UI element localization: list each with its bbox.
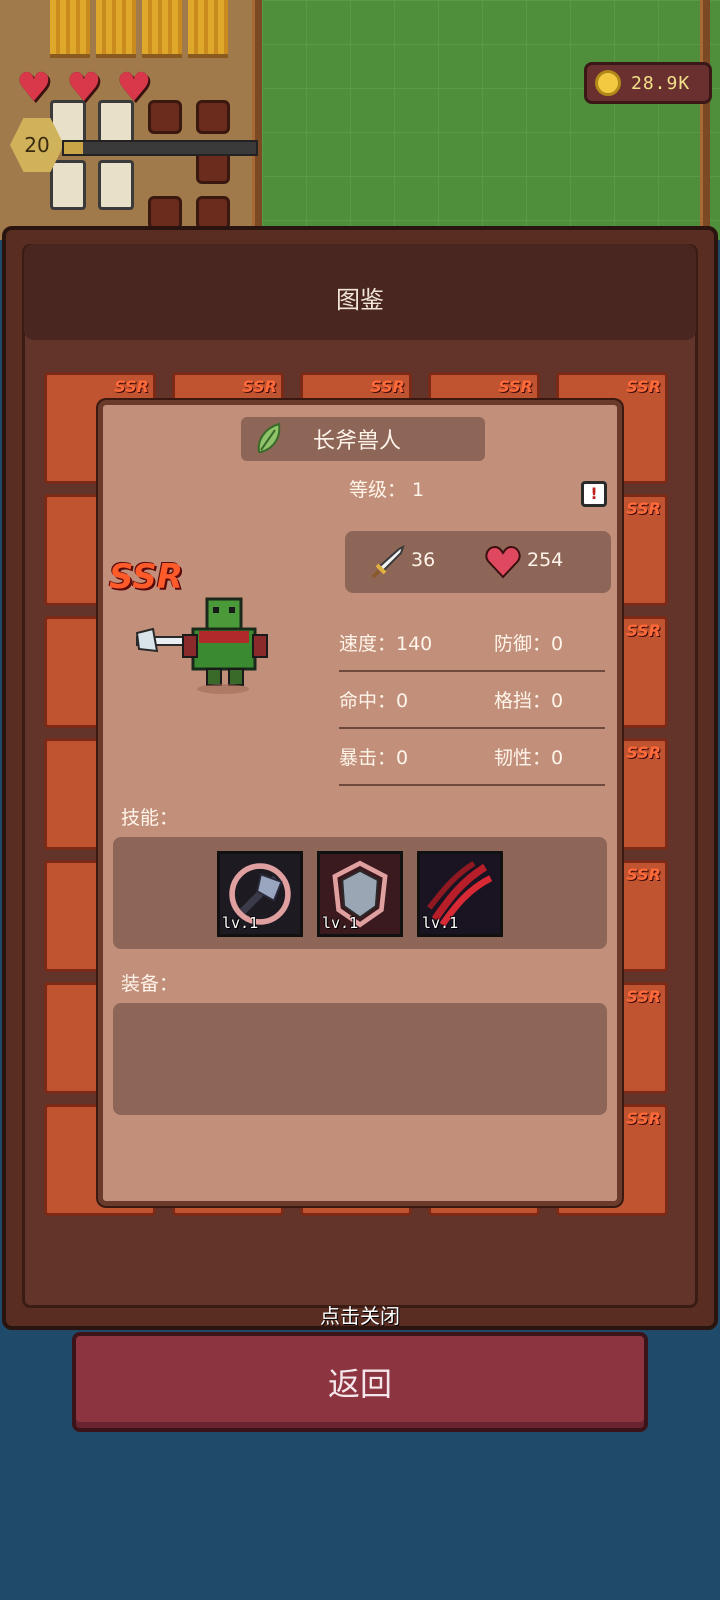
skill-level: lv.1 xyxy=(322,914,359,932)
hero-detail-popup[interactable]: 长斧兽人 等级： 1 ! 36 254 SSR 速度：140 防御：0 命中：0… xyxy=(98,400,622,1206)
xp-bar xyxy=(62,140,258,156)
hero-name: 长斧兽人 xyxy=(313,429,402,454)
skills-box: lv.1 lv.1 lv.1 xyxy=(113,837,607,949)
axe-skill-icon[interactable]: lv.1 xyxy=(217,851,303,937)
crit-stat: 暴击：0 xyxy=(339,747,409,769)
hero-level-value: 1 xyxy=(412,479,425,501)
hero-name-bar: 长斧兽人 xyxy=(241,417,485,461)
heart-icon: ♥ xyxy=(66,65,102,111)
card-rarity-tag: SSR xyxy=(114,377,149,396)
stat-row: 暴击：0 韧性：0 xyxy=(339,729,605,786)
card-rarity-tag: SSR xyxy=(498,377,533,396)
hero-stats: 速度：140 防御：0 命中：0 格挡：0 暴击：0 韧性：0 xyxy=(339,615,605,786)
hero-sprite xyxy=(135,597,268,694)
stump xyxy=(196,196,230,230)
equipment-box xyxy=(113,1003,607,1115)
wheat-crop xyxy=(142,0,182,58)
coin-counter[interactable]: 28.9K xyxy=(584,62,712,104)
shield-skill-icon[interactable]: lv.1 xyxy=(317,851,403,937)
skills-label: 技能： xyxy=(121,807,179,829)
villager xyxy=(50,160,86,210)
hp-value: 254 xyxy=(527,549,564,571)
skill-level: lv.1 xyxy=(422,914,459,932)
wheat-row xyxy=(50,0,250,60)
codex-title: 图鉴 xyxy=(336,286,384,314)
hero-level-label: 等级： xyxy=(349,479,407,501)
xp-bar-fill xyxy=(64,142,84,154)
block-stat: 格挡：0 xyxy=(494,690,564,712)
speed-stat: 速度：140 xyxy=(339,633,433,655)
leaf-element-icon xyxy=(257,422,281,453)
card-rarity-tag: SSR xyxy=(370,377,405,396)
wheat-crop xyxy=(188,0,228,58)
grass-field xyxy=(262,0,720,240)
card-rarity-tag: SSR xyxy=(626,621,661,640)
card-rarity-tag: SSR xyxy=(626,743,661,762)
fence xyxy=(700,0,710,240)
toughness-stat: 韧性：0 xyxy=(494,747,564,769)
info-icon[interactable]: ! xyxy=(581,481,607,507)
equipment-label: 装备： xyxy=(121,973,179,995)
stump xyxy=(148,196,182,230)
sword-icon xyxy=(371,545,405,579)
villager xyxy=(98,160,134,210)
card-rarity-tag: SSR xyxy=(626,377,661,396)
wheat-crop xyxy=(96,0,136,58)
claw-skill-icon[interactable]: lv.1 xyxy=(417,851,503,937)
card-rarity-tag: SSR xyxy=(626,1109,661,1128)
card-rarity-tag: SSR xyxy=(626,865,661,884)
tap-to-close-hint[interactable]: 点击关闭 xyxy=(0,1300,720,1329)
card-rarity-tag: SSR xyxy=(242,377,277,396)
stump xyxy=(196,100,230,134)
heart-icon xyxy=(485,545,521,579)
stat-row: 速度：140 防御：0 xyxy=(339,615,605,672)
heart-icon: ♥ xyxy=(116,65,152,111)
health-hearts: ♥ ♥ ♥ xyxy=(16,68,160,108)
skill-level: lv.1 xyxy=(222,914,259,932)
card-rarity-tag: SSR xyxy=(626,499,661,518)
coin-amount: 28.9K xyxy=(631,72,691,94)
game-world: ♥ ♥ ♥ 20 28.9K xyxy=(0,0,720,240)
back-button[interactable]: 返回 xyxy=(72,1332,648,1432)
hero-level: 等级： 1 xyxy=(349,475,424,502)
attack-hp-pill: 36 254 xyxy=(345,531,611,593)
heart-icon: ♥ xyxy=(16,65,52,111)
defense-stat: 防御：0 xyxy=(494,633,564,655)
accuracy-stat: 命中：0 xyxy=(339,690,409,712)
stat-row: 命中：0 格挡：0 xyxy=(339,672,605,729)
attack-value: 36 xyxy=(411,549,436,571)
card-rarity-tag: SSR xyxy=(626,987,661,1006)
wheat-crop xyxy=(50,0,90,58)
fence xyxy=(252,0,262,240)
coin-icon xyxy=(595,70,621,96)
